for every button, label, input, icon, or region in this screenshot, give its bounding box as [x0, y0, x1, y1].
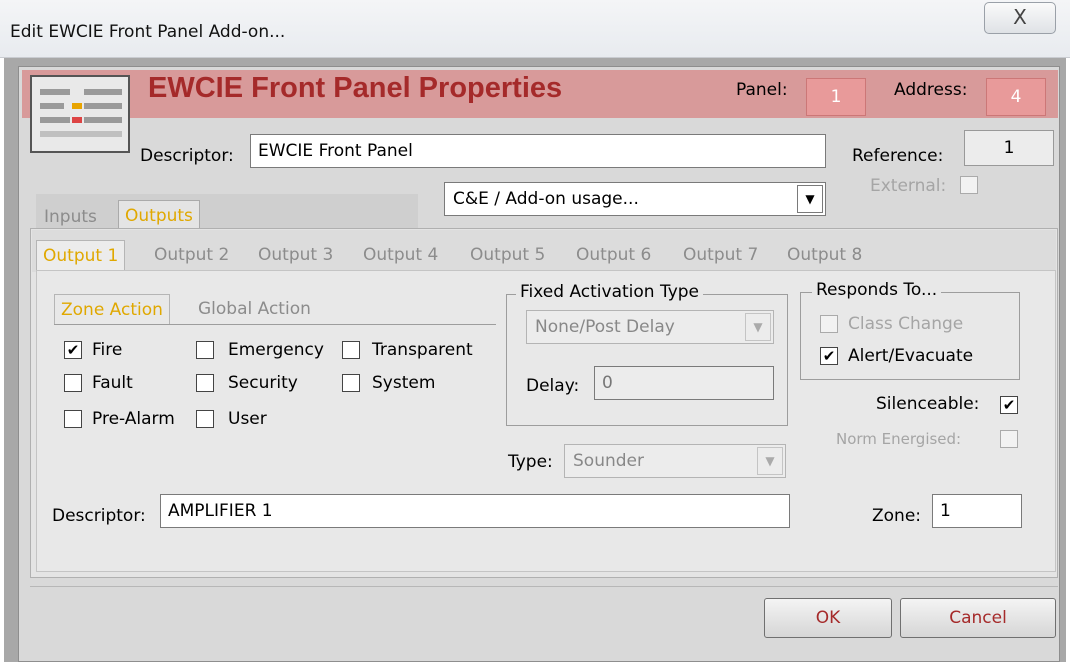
external-label: External: — [870, 176, 947, 196]
panel-label: Panel: — [736, 80, 788, 100]
fire-label: Fire — [92, 340, 123, 360]
tab-output-2[interactable]: Output 2 — [148, 240, 235, 270]
close-icon: X — [1013, 5, 1027, 29]
chevron-down-icon: ▼ — [745, 313, 771, 341]
silenceable-checkbox[interactable]: ✔ — [1000, 396, 1018, 414]
system-label: System — [372, 373, 436, 393]
norm-energised-checkbox[interactable] — [1000, 430, 1018, 448]
descriptor-label: Descriptor: — [140, 146, 234, 166]
pre-alarm-label: Pre-Alarm — [92, 409, 175, 429]
zone-label: Zone: — [872, 506, 922, 526]
close-button[interactable]: X — [984, 2, 1056, 34]
front-panel-icon — [30, 75, 130, 153]
tab-output-5[interactable]: Output 5 — [464, 240, 551, 270]
alert-evacuate-label: Alert/Evacuate — [848, 346, 974, 366]
zone-field[interactable]: 1 — [932, 494, 1022, 528]
tab-global-action[interactable]: Global Action — [192, 294, 317, 324]
system-checkbox[interactable] — [342, 374, 360, 392]
type-label: Type: — [508, 452, 553, 472]
tab-output-4[interactable]: Output 4 — [357, 240, 444, 270]
footer-divider — [30, 586, 1058, 587]
class-change-label: Class Change — [848, 314, 964, 334]
window-titlebar: Edit EWCIE Front Panel Add-on... X — [0, 0, 1070, 58]
tab-output-8[interactable]: Output 8 — [781, 240, 868, 270]
window-title: Edit EWCIE Front Panel Add-on... — [10, 22, 286, 42]
activation-type-value: None/Post Delay — [535, 317, 675, 337]
emergency-label: Emergency — [228, 340, 324, 360]
fault-label: Fault — [92, 373, 133, 393]
responds-to-title: Responds To... — [812, 280, 942, 300]
tab-output-1[interactable]: Output 1 — [36, 240, 126, 272]
output-descriptor-label: Descriptor: — [52, 506, 146, 526]
usage-dropdown[interactable]: C&E / Add-on usage... ▼ — [444, 182, 826, 216]
silenceable-label: Silenceable: — [876, 394, 980, 414]
security-checkbox[interactable] — [196, 374, 214, 392]
user-label: User — [228, 409, 267, 429]
activation-type-dropdown[interactable]: None/Post Delay ▼ — [526, 310, 774, 344]
user-checkbox[interactable] — [196, 410, 214, 428]
type-dropdown[interactable]: Sounder ▼ — [564, 444, 786, 478]
reference-field: 1 — [964, 130, 1054, 166]
type-value: Sounder — [573, 451, 644, 471]
tab-output-6[interactable]: Output 6 — [570, 240, 657, 270]
responds-to-group — [800, 292, 1020, 380]
delay-field[interactable]: 0 — [594, 366, 774, 400]
output-descriptor-field[interactable]: AMPLIFIER 1 — [160, 494, 790, 528]
address-label: Address: — [894, 80, 968, 100]
transparent-label: Transparent — [372, 340, 473, 360]
fault-checkbox[interactable] — [64, 374, 82, 392]
alert-evacuate-checkbox[interactable]: ✔ — [820, 347, 838, 365]
tab-output-3[interactable]: Output 3 — [252, 240, 339, 270]
reference-label: Reference: — [852, 146, 944, 166]
usage-dropdown-value: C&E / Add-on usage... — [453, 189, 639, 209]
delay-label: Delay: — [526, 376, 580, 396]
cancel-button[interactable]: Cancel — [900, 598, 1056, 638]
tab-outputs[interactable]: Outputs — [118, 200, 200, 230]
external-checkbox[interactable] — [960, 176, 978, 194]
emergency-checkbox[interactable] — [196, 341, 214, 359]
address-field: 4 — [986, 78, 1046, 116]
panel-number-field: 1 — [806, 78, 866, 116]
norm-energised-label: Norm Energised: — [836, 430, 962, 448]
class-change-checkbox[interactable] — [820, 315, 838, 333]
tab-zone-action[interactable]: Zone Action — [54, 294, 170, 324]
fixed-activation-title: Fixed Activation Type — [516, 282, 704, 302]
tab-output-7[interactable]: Output 7 — [677, 240, 764, 270]
descriptor-field[interactable]: EWCIE Front Panel — [250, 134, 826, 168]
security-label: Security — [228, 373, 298, 393]
transparent-checkbox[interactable] — [342, 341, 360, 359]
ok-button[interactable]: OK — [764, 598, 892, 638]
fire-checkbox[interactable]: ✔ — [64, 341, 82, 359]
chevron-down-icon: ▼ — [797, 185, 823, 213]
chevron-down-icon: ▼ — [757, 447, 783, 475]
page-title: EWCIE Front Panel Properties — [148, 72, 563, 104]
pre-alarm-checkbox[interactable] — [64, 410, 82, 428]
